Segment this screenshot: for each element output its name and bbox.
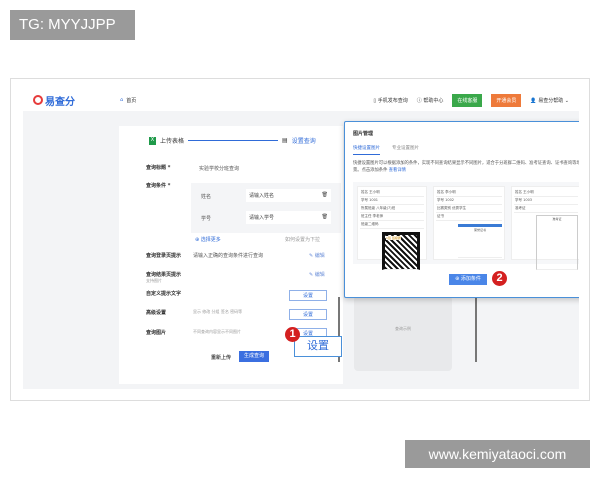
screenshot-frame: 易查分 ⌂ 首页 ▯ 手机发布查询 ⓘ 帮助中心 在线客服 开通会员 👤 易查分帮… bbox=[10, 78, 590, 401]
admission-ticket-image: 准考证 bbox=[536, 215, 578, 270]
step-settings-icon: ▤ bbox=[282, 137, 288, 144]
callout-set: 设置 bbox=[294, 336, 342, 357]
nav-home[interactable]: ⌂ 首页 bbox=[120, 97, 136, 104]
image-management-modal: 图片管理 × 快捷设置图片 专业设置图片 快捷设置图片可以根据添加的条件，实现不… bbox=[344, 121, 579, 298]
step-badge-1: 1 bbox=[285, 327, 300, 342]
dropdown-hint[interactable]: 如何设置为下拉 bbox=[285, 236, 320, 243]
user-icon: 👤 bbox=[530, 97, 537, 104]
sample-row: 所属班级 八年级(7)班 bbox=[360, 205, 424, 213]
certificate-image: 荣誉证书 bbox=[458, 224, 502, 258]
sample-row: 班主任 李老师 bbox=[360, 213, 424, 221]
cond-input[interactable]: 请输入学号 🗑 bbox=[246, 211, 331, 224]
steps: X 上传表格 ▤ 设置查询 bbox=[149, 136, 316, 145]
sample-row: 班级二维码 bbox=[360, 221, 424, 229]
conditions-box: 姓名 请输入姓名 🗑 学号 请输入学号 🗑 bbox=[191, 183, 341, 233]
home-label: 首页 bbox=[126, 97, 137, 104]
login-tip-label: 查询登录页提示 bbox=[146, 253, 182, 259]
sample-row: 姓名 李小明 bbox=[436, 189, 502, 197]
help-label: 帮助中心 bbox=[423, 97, 444, 104]
nav-mobile[interactable]: ▯ 手机发布查询 bbox=[373, 97, 407, 104]
home-icon: ⌂ bbox=[120, 97, 124, 103]
trash-icon[interactable]: 🗑 bbox=[322, 192, 328, 198]
add-condition-button[interactable]: ⊕ 添加条件 bbox=[449, 274, 487, 285]
step-line bbox=[188, 140, 279, 141]
custom-label: 自定义提示文字 bbox=[146, 291, 182, 297]
advanced-label: 高级设置 bbox=[146, 310, 167, 316]
title-input[interactable]: 实验学校分班查询 bbox=[197, 163, 337, 174]
advanced-value: 显示 修改 分组 签名 密码等 bbox=[193, 309, 243, 314]
orange-button[interactable]: 开通会员 bbox=[491, 93, 522, 107]
reupload-button[interactable]: 重新上传 bbox=[211, 354, 231, 361]
sample-row: 学号 1002 bbox=[436, 197, 502, 205]
logo[interactable]: 易查分 bbox=[33, 93, 75, 108]
add-condition-label: 添加条件 bbox=[460, 276, 481, 282]
sample-row: 姓名 王小明 bbox=[514, 189, 578, 197]
result-tip-label: 查询结果页提示 bbox=[146, 272, 182, 278]
select-more-label: 选择更多 bbox=[200, 237, 221, 243]
title-label: 查询标题 bbox=[146, 165, 167, 171]
step-upload: 上传表格 bbox=[160, 138, 185, 145]
generate-button[interactable]: 生成查询 bbox=[239, 351, 269, 362]
user-label: 易查分帮助 bbox=[538, 97, 564, 104]
desc-text: 快捷设置图片可以根据添加的条件，实现不同查询结果显示不同图片，适合于分班群二维码… bbox=[353, 161, 579, 173]
watermark-top: TG: MYYJJPP bbox=[10, 10, 135, 40]
samples: 姓名 王小明 学号 1001 所属班级 八年级(7)班 班主任 李老师 班级二维… bbox=[353, 182, 579, 270]
sample-row: 姓名 王小明 bbox=[360, 189, 424, 197]
sample-row: 证书 bbox=[436, 213, 502, 221]
cond-name: 姓名 bbox=[201, 194, 212, 200]
sample-row: 准考证 bbox=[514, 205, 578, 213]
details-link[interactable]: 查看详情 bbox=[389, 168, 406, 173]
select-more-link[interactable]: ⊕ 选择更多 bbox=[195, 236, 221, 243]
edit-label: 编辑 bbox=[314, 253, 325, 259]
logo-icon bbox=[33, 95, 43, 105]
app: 易查分 ⌂ 首页 ▯ 手机发布查询 ⓘ 帮助中心 在线客服 开通会员 👤 易查分帮… bbox=[23, 89, 579, 389]
tab-quick[interactable]: 快捷设置图片 bbox=[353, 145, 380, 155]
cond-name: 学号 bbox=[201, 216, 212, 222]
sample-certificate: 姓名 李小明 学号 1002 比赛类别 优秀学生 证书 荣誉证书 bbox=[433, 186, 505, 260]
image-value: 不同查询内容显示不同图片 bbox=[193, 329, 241, 334]
step-settings: 设置查询 bbox=[291, 138, 316, 145]
modal-title: 图片管理 bbox=[353, 131, 374, 137]
placeholder: 请输入姓名 bbox=[249, 193, 275, 199]
cond-label: 查询条件 bbox=[146, 183, 167, 189]
excel-icon: X bbox=[149, 136, 156, 145]
edit-login-tip[interactable]: ✎ 编辑 bbox=[309, 252, 325, 259]
phone-preview: 查询示例 bbox=[354, 296, 452, 371]
trash-icon[interactable]: 🗑 bbox=[322, 214, 328, 220]
scrollbar[interactable] bbox=[475, 297, 477, 362]
mobile-label: 手机发布查询 bbox=[377, 97, 408, 104]
user-menu[interactable]: 👤 易查分帮助 ⌄ bbox=[530, 97, 569, 104]
image-label: 查询图片 bbox=[146, 330, 167, 336]
tab-pro[interactable]: 专业设置图片 bbox=[392, 145, 419, 155]
header: 易查分 ⌂ 首页 ▯ 手机发布查询 ⓘ 帮助中心 在线客服 开通会员 👤 易查分帮… bbox=[23, 89, 579, 111]
cond-input[interactable]: 请输入姓名 🗑 bbox=[246, 189, 331, 202]
sample-qr: 姓名 王小明 学号 1001 所属班级 八年级(7)班 班主任 李老师 班级二维… bbox=[357, 186, 427, 270]
qr-code-image: 1班 班级群 bbox=[382, 232, 420, 270]
qr-text: 1班 班级群 bbox=[386, 236, 401, 240]
placeholder: 请输入学号 bbox=[249, 215, 275, 221]
nav-help[interactable]: ⓘ 帮助中心 bbox=[417, 97, 444, 104]
watermark-bottom: www.kemiyataoci.com bbox=[405, 440, 590, 468]
green-button[interactable]: 在线客服 bbox=[452, 93, 483, 107]
sample-row: 比赛类别 优秀学生 bbox=[436, 205, 502, 213]
sample-admission: 姓名 王小明 学号 1003 准考证 准考证 bbox=[511, 186, 579, 270]
result-tip-sub: 支持图片 bbox=[146, 278, 162, 283]
custom-set-button[interactable]: 设置 bbox=[289, 290, 327, 301]
step-badge-2: 2 bbox=[492, 271, 507, 286]
login-tip-value: 请输入正确的查询条件进行查询 bbox=[193, 253, 264, 259]
advanced-set-button[interactable]: 设置 bbox=[289, 309, 327, 320]
edit-result-tip[interactable]: ✎ 编辑 bbox=[309, 271, 325, 278]
logo-text: 易查分 bbox=[45, 96, 75, 108]
sample-row: 学号 1001 bbox=[360, 197, 424, 205]
modal-description: 快捷设置图片可以根据添加的条件，实现不同查询结果显示不同图片，适合于分班群二维码… bbox=[353, 160, 579, 174]
edit-label: 编辑 bbox=[314, 272, 325, 278]
sample-row: 学号 1003 bbox=[514, 197, 578, 205]
